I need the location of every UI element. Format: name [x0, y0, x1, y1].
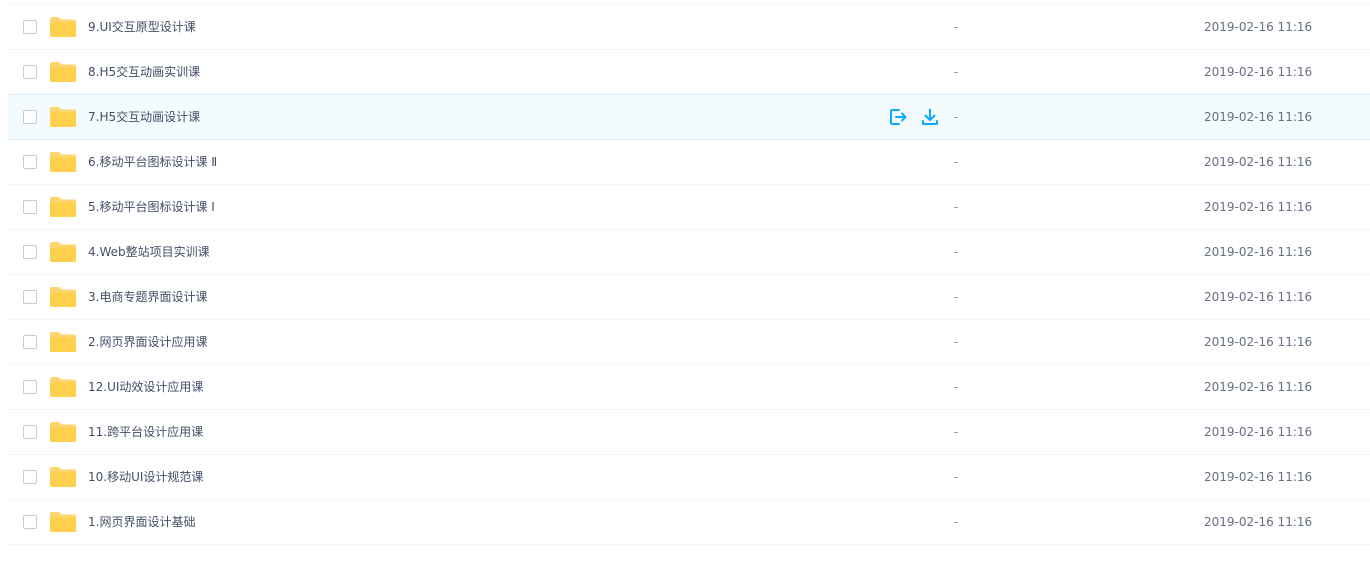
row-checkbox[interactable]	[23, 335, 37, 349]
row-checkbox[interactable]	[23, 470, 37, 484]
file-list: 9.UI交互原型设计课 - 2019-02-16 11:16 8.H5交互动画实…	[8, 4, 1370, 545]
file-name[interactable]: 1.网页界面设计基础	[88, 500, 195, 544]
download-icon[interactable]	[920, 107, 940, 127]
row-checkbox[interactable]	[23, 425, 37, 439]
file-row[interactable]: 8.H5交互动画实训课 - 2019-02-16 11:16	[8, 50, 1370, 95]
file-row[interactable]: 12.UI动效设计应用课 - 2019-02-16 11:16	[8, 365, 1370, 410]
folder-icon	[50, 197, 76, 217]
file-size: -	[954, 245, 959, 259]
folder-icon	[50, 242, 76, 262]
folder-icon	[50, 377, 76, 397]
file-row-hovered[interactable]: 7.H5交互动画设计课 - 2019-02-16 11:16	[8, 94, 1370, 140]
file-name[interactable]: 10.移动UI设计规范课	[88, 455, 203, 499]
file-date: 2019-02-16 11:16	[1204, 65, 1313, 79]
file-size: -	[954, 290, 959, 304]
file-date: 2019-02-16 11:16	[1204, 20, 1313, 34]
file-size: -	[954, 20, 959, 34]
file-name[interactable]: 2.网页界面设计应用课	[88, 320, 207, 364]
file-size: -	[954, 335, 959, 349]
file-row[interactable]: 5.移动平台图标设计课 Ⅰ - 2019-02-16 11:16	[8, 185, 1370, 230]
file-row[interactable]: 10.移动UI设计规范课 - 2019-02-16 11:16	[8, 455, 1370, 500]
row-actions	[888, 107, 940, 127]
file-name[interactable]: 5.移动平台图标设计课 Ⅰ	[88, 185, 215, 229]
file-date: 2019-02-16 11:16	[1204, 425, 1313, 439]
file-date: 2019-02-16 11:16	[1204, 515, 1313, 529]
folder-icon	[50, 107, 76, 127]
file-name[interactable]: 3.电商专题界面设计课	[88, 275, 207, 319]
file-size: -	[954, 470, 959, 484]
folder-icon	[50, 287, 76, 307]
file-row[interactable]: 3.电商专题界面设计课 - 2019-02-16 11:16	[8, 275, 1370, 320]
folder-icon	[50, 467, 76, 487]
folder-icon	[50, 422, 76, 442]
file-date: 2019-02-16 11:16	[1204, 470, 1313, 484]
file-name[interactable]: 4.Web整站项目实训课	[88, 230, 210, 274]
row-checkbox[interactable]	[23, 200, 37, 214]
file-size: -	[954, 515, 959, 529]
file-name[interactable]: 8.H5交互动画实训课	[88, 50, 200, 94]
file-date: 2019-02-16 11:16	[1204, 110, 1313, 124]
row-checkbox[interactable]	[23, 20, 37, 34]
row-checkbox[interactable]	[23, 515, 37, 529]
file-name[interactable]: 11.跨平台设计应用课	[88, 410, 203, 454]
row-checkbox[interactable]	[23, 245, 37, 259]
file-row[interactable]: 6.移动平台图标设计课 Ⅱ - 2019-02-16 11:16	[8, 140, 1370, 185]
file-row[interactable]: 1.网页界面设计基础 - 2019-02-16 11:16	[8, 500, 1370, 545]
row-checkbox[interactable]	[23, 290, 37, 304]
file-date: 2019-02-16 11:16	[1204, 245, 1313, 259]
row-checkbox[interactable]	[23, 380, 37, 394]
file-size: -	[954, 65, 959, 79]
row-checkbox[interactable]	[23, 65, 37, 79]
file-size: -	[954, 200, 959, 214]
file-name[interactable]: 9.UI交互原型设计课	[88, 5, 196, 49]
folder-icon	[50, 17, 76, 37]
file-date: 2019-02-16 11:16	[1204, 335, 1313, 349]
file-name[interactable]: 7.H5交互动画设计课	[88, 95, 200, 139]
file-row[interactable]: 4.Web整站项目实训课 - 2019-02-16 11:16	[8, 230, 1370, 275]
share-icon[interactable]	[888, 107, 908, 127]
file-row[interactable]: 11.跨平台设计应用课 - 2019-02-16 11:16	[8, 410, 1370, 455]
row-checkbox[interactable]	[23, 110, 37, 124]
file-name[interactable]: 12.UI动效设计应用课	[88, 365, 203, 409]
file-date: 2019-02-16 11:16	[1204, 380, 1313, 394]
folder-icon	[50, 512, 76, 532]
folder-icon	[50, 62, 76, 82]
file-date: 2019-02-16 11:16	[1204, 200, 1313, 214]
row-checkbox[interactable]	[23, 155, 37, 169]
file-row[interactable]: 2.网页界面设计应用课 - 2019-02-16 11:16	[8, 320, 1370, 365]
file-size: -	[954, 155, 959, 169]
file-row[interactable]: 9.UI交互原型设计课 - 2019-02-16 11:16	[8, 4, 1370, 50]
folder-icon	[50, 152, 76, 172]
file-size: -	[954, 110, 959, 124]
folder-icon	[50, 332, 76, 352]
file-date: 2019-02-16 11:16	[1204, 290, 1313, 304]
file-size: -	[954, 425, 959, 439]
file-name[interactable]: 6.移动平台图标设计课 Ⅱ	[88, 140, 217, 184]
file-size: -	[954, 380, 959, 394]
file-date: 2019-02-16 11:16	[1204, 155, 1313, 169]
